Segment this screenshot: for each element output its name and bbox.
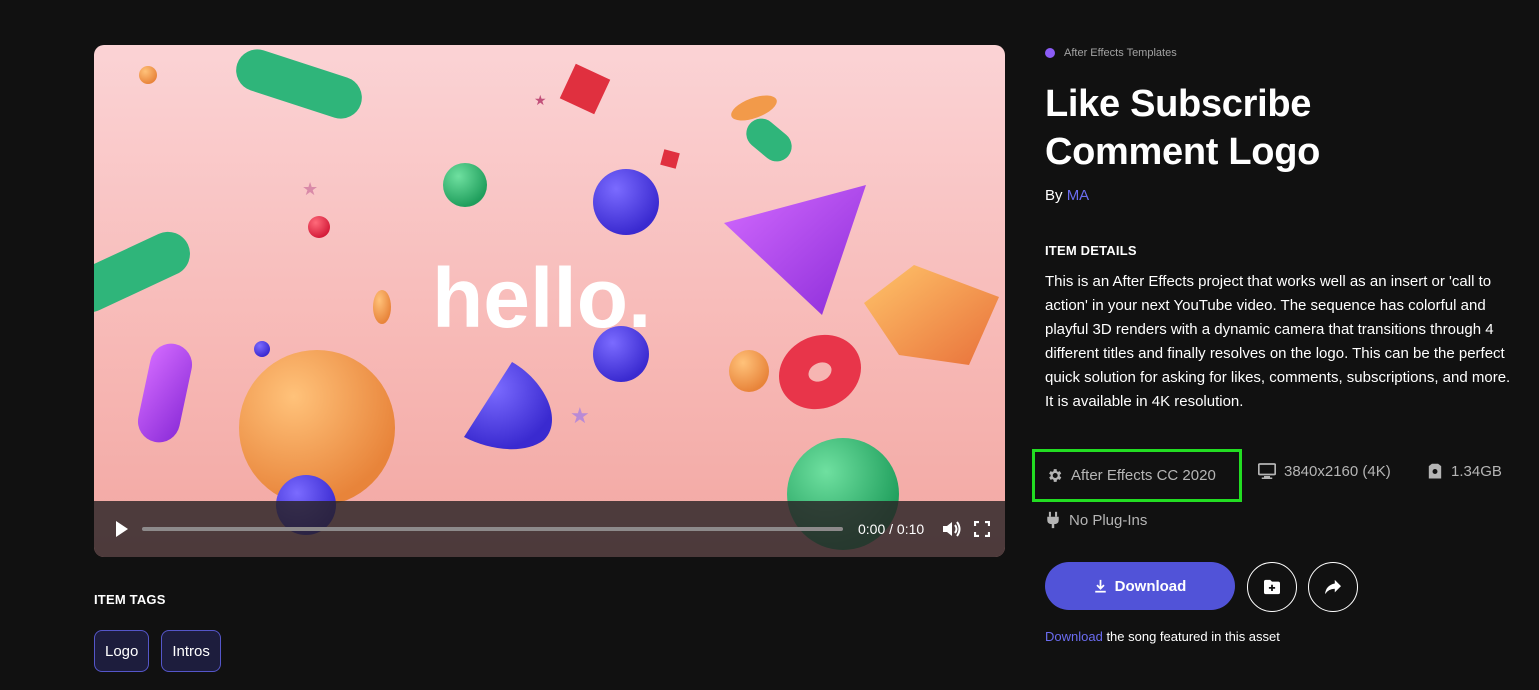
category-label: After Effects Templates	[1064, 47, 1177, 59]
progress-bar[interactable]	[142, 527, 843, 531]
download-button[interactable]: Download	[1045, 562, 1235, 610]
volume-button[interactable]	[942, 520, 962, 538]
category-dot-icon	[1045, 48, 1055, 58]
item-tags-heading: ITEM TAGS	[94, 592, 166, 607]
tag-logo[interactable]: Logo	[94, 630, 150, 672]
spec-file-size-label: 1.34GB	[1451, 463, 1502, 480]
folder-add-icon	[1264, 579, 1280, 595]
song-download-text: the song featured in this asset	[1102, 629, 1280, 644]
video-controls: 0:00 / 0:10	[94, 501, 1005, 557]
package-icon	[1428, 463, 1442, 479]
item-description: This is an After Effects project that wo…	[1045, 273, 1511, 410]
author-link[interactable]: MA	[1067, 187, 1090, 204]
item-details-heading: ITEM DETAILS	[1045, 243, 1137, 258]
byline: By MA	[1045, 187, 1089, 204]
spec-resolution: 3840x2160 (4K)	[1258, 463, 1391, 480]
category-breadcrumb[interactable]: After Effects Templates	[1045, 47, 1177, 59]
time-display: 0:00 / 0:10	[858, 521, 925, 537]
svg-text:★: ★	[570, 404, 590, 429]
tag-list: Logo Intros	[94, 630, 221, 672]
svg-text:★: ★	[534, 93, 547, 109]
share-icon	[1325, 579, 1341, 595]
monitor-icon	[1258, 463, 1276, 479]
video-thumbnail: ★ ★ ★ hello.	[94, 49, 999, 550]
spec-resolution-label: 3840x2160 (4K)	[1284, 463, 1391, 480]
gear-icon	[1049, 469, 1062, 482]
page-title: Like Subscribe Comment Logo	[1045, 83, 1321, 173]
play-icon	[116, 521, 128, 537]
plug-icon	[1047, 511, 1059, 529]
spec-file-size: 1.34GB	[1427, 463, 1502, 480]
spec-plugins-label: No Plug-Ins	[1069, 511, 1148, 529]
song-download-link[interactable]: Download	[1045, 629, 1103, 644]
share-button[interactable]	[1308, 562, 1358, 612]
add-to-collection-button[interactable]	[1247, 562, 1297, 612]
download-icon	[1094, 579, 1106, 593]
fullscreen-icon	[973, 520, 991, 538]
svg-text:★: ★	[302, 179, 318, 200]
spec-software: After Effects CC 2020	[1032, 449, 1242, 502]
fullscreen-button[interactable]	[973, 520, 991, 538]
play-button[interactable]	[114, 520, 130, 538]
spec-software-label: After Effects CC 2020	[1071, 467, 1216, 484]
tag-intros[interactable]: Intros	[161, 630, 221, 672]
spec-plugins: No Plug-Ins	[1045, 511, 1147, 529]
thumbnail-text: hello.	[432, 251, 651, 345]
volume-icon	[943, 521, 961, 537]
by-prefix: By	[1045, 187, 1063, 204]
song-download-line: Download the song featured in this asset	[1045, 629, 1280, 644]
video-player[interactable]: ★ ★ ★ hello. 0:00 / 0:10	[94, 45, 1005, 557]
download-button-label: Download	[1114, 577, 1187, 595]
